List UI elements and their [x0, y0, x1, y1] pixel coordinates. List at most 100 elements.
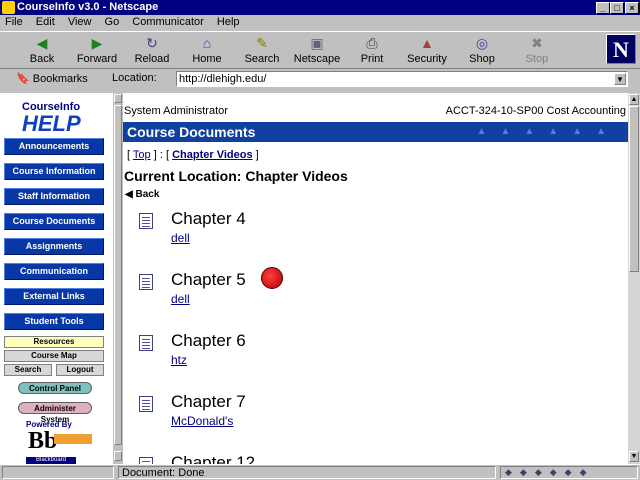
breadcrumb-top-link[interactable]: Top [133, 149, 151, 161]
status-text: Document: Done [118, 466, 496, 479]
resources-button[interactable]: Resources [4, 336, 104, 348]
security-status-icon[interactable] [2, 466, 114, 479]
scroll-up-button[interactable]: ▲ [629, 94, 639, 105]
item-link[interactable]: dell [171, 292, 190, 306]
search-icon: ✎ [256, 35, 268, 51]
netscape-logo[interactable]: N [606, 34, 636, 64]
reload-icon: ↻ [146, 35, 158, 51]
component-bar-icons[interactable]: ◆◆◆◆◆◆ [500, 466, 638, 479]
menu-edit[interactable]: Edit [31, 15, 60, 30]
list-item: Chapter 4 dell [123, 209, 323, 259]
netscape-button[interactable]: ▣ Netscape [289, 35, 345, 68]
document-icon[interactable] [139, 335, 153, 351]
list-item: Chapter 12 [123, 453, 323, 464]
breadcrumb-chapter-videos-link[interactable]: Chapter Videos [172, 149, 253, 161]
main-frame-scrollbar[interactable]: ▲ ▼ [628, 93, 640, 464]
current-location-heading: Current Location: Chapter Videos [124, 168, 348, 184]
document-icon[interactable] [139, 274, 153, 290]
menu-communicator[interactable]: Communicator [127, 15, 209, 30]
item-link[interactable]: htz [171, 353, 187, 367]
back-triangle-icon: ◀ [125, 189, 136, 200]
netscape-app-icon [2, 1, 15, 14]
stop-button[interactable]: ✖ Stop [509, 35, 565, 68]
chevron-down-icon[interactable]: ▼ [614, 73, 626, 85]
item-title: Chapter 5 [171, 270, 246, 289]
user-role-label: System Administrator [124, 105, 228, 117]
breadcrumb: [ Top ] : [ Chapter Videos ] [127, 149, 259, 161]
scroll-thumb[interactable] [114, 105, 122, 445]
netscape-icon: ▣ [310, 35, 324, 51]
stop-icon: ✖ [531, 35, 543, 51]
security-button[interactable]: ▲ Security [399, 35, 455, 68]
course-name-label: ACCT-324-10-SP00 Cost Accounting [445, 105, 626, 117]
menu-file[interactable]: File [0, 15, 28, 30]
item-title: Chapter 4 [171, 209, 246, 228]
nav-student-tools[interactable]: Student Tools [4, 313, 104, 330]
menu-go[interactable]: Go [100, 15, 125, 30]
document-icon[interactable] [139, 457, 153, 464]
list-item: Chapter 7 McDonald's [123, 392, 323, 442]
shop-button[interactable]: ◎ Shop [454, 35, 510, 68]
menu-help[interactable]: Help [212, 15, 245, 30]
item-link[interactable]: dell [171, 231, 190, 245]
print-button[interactable]: ⎙ Print [344, 35, 400, 68]
arrow-highlight [54, 434, 92, 444]
item-title: Chapter 12 [171, 453, 256, 464]
forward-button[interactable]: ▶ Forward [69, 35, 125, 68]
navigation-toolbar: ◀ Back ▶ Forward ↻ Reload ⌂ Home ✎ Search ▣ Ne… [0, 31, 640, 69]
nav-course-information[interactable]: Course Information [4, 163, 104, 180]
title-bar: CourseInfo v3.0 - Netscape _ □ × [0, 0, 640, 15]
blackboard-sublogo: Blackboard [26, 457, 76, 464]
scroll-down-button[interactable]: ▼ [629, 451, 639, 462]
search-button[interactable]: ✎ Search [234, 35, 290, 68]
location-bar: 🔖 Bookmarks Location: http://dlehigh.edu… [0, 69, 640, 89]
minimize-button[interactable]: _ [596, 2, 610, 14]
nav-communication[interactable]: Communication [4, 263, 104, 280]
left-nav-frame: CourseInfo HELP Announcements Course Inf… [0, 93, 113, 464]
administer-system-button[interactable]: Administer System [18, 402, 92, 424]
course-documents-banner: Course Documents ▲▲▲▲▲▲ [123, 122, 628, 142]
reload-button[interactable]: ↻ Reload [124, 35, 180, 68]
document-icon[interactable] [139, 396, 153, 412]
scroll-down-button[interactable] [114, 451, 122, 461]
status-bar: Document: Done ◆◆◆◆◆◆ [0, 464, 640, 480]
nav-external-links[interactable]: External Links [4, 288, 104, 305]
close-button[interactable]: × [625, 2, 639, 14]
blackboard-logo[interactable]: Bb [28, 428, 57, 455]
back-link[interactable]: ◀ Back [125, 189, 159, 200]
scroll-up-button[interactable] [114, 94, 122, 103]
menu-bar: File Edit View Go Communicator Help [0, 15, 640, 31]
main-content-frame: System Administrator ACCT-324-10-SP00 Co… [123, 93, 628, 464]
nav-assignments[interactable]: Assignments [4, 238, 104, 255]
nav-course-documents[interactable]: Course Documents [4, 213, 104, 230]
control-panel-button[interactable]: Control Panel [18, 382, 92, 394]
course-map-button[interactable]: Course Map [4, 350, 104, 362]
maximize-button[interactable]: □ [610, 2, 624, 14]
search-nav-button[interactable]: Search [4, 364, 52, 376]
home-button[interactable]: ⌂ Home [179, 35, 235, 68]
help-logo[interactable]: HELP [22, 111, 81, 137]
back-button[interactable]: ◀ Back [14, 35, 70, 68]
banner-decoration: ▲▲▲▲▲▲ [476, 126, 620, 137]
left-frame-scrollbar[interactable] [113, 93, 123, 464]
location-label: Location: [112, 72, 157, 84]
forward-arrow-icon: ▶ [91, 35, 103, 51]
window-title: CourseInfo v3.0 - Netscape [17, 1, 159, 13]
nav-staff-information[interactable]: Staff Information [4, 188, 104, 205]
item-title: Chapter 7 [171, 392, 246, 411]
bookmarks-button[interactable]: 🔖 Bookmarks [16, 72, 88, 85]
home-icon: ⌂ [202, 35, 212, 51]
print-icon: ⎙ [366, 35, 378, 51]
logout-button[interactable]: Logout [56, 364, 104, 376]
banner-title: Course Documents [127, 124, 256, 140]
url-field[interactable]: http://dlehigh.edu/▼ [176, 71, 628, 87]
list-item: Chapter 5 dell [123, 267, 323, 320]
lock-icon: ▲ [420, 35, 434, 51]
shop-icon: ◎ [475, 35, 489, 51]
scroll-thumb[interactable] [629, 106, 639, 272]
nav-announcements[interactable]: Announcements [4, 138, 104, 155]
recording-dot-icon [261, 267, 283, 289]
item-link[interactable]: McDonald's [171, 414, 233, 428]
menu-view[interactable]: View [63, 15, 97, 30]
document-icon[interactable] [139, 213, 153, 229]
